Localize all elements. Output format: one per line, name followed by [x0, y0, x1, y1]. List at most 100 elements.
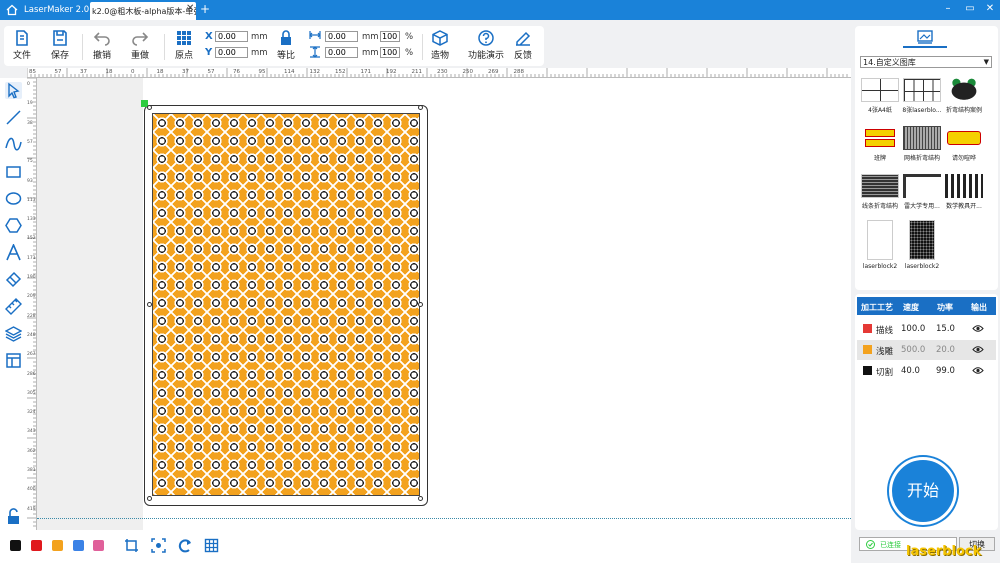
library-item[interactable]: 数学教具开... — [944, 174, 984, 210]
ruler-h-label: 211 — [411, 69, 423, 75]
layer-power: 99.0 — [936, 366, 955, 376]
ruler-v-label: 248 — [27, 332, 36, 338]
redo-button[interactable]: 重做 — [124, 30, 156, 61]
ruler-v-label: 152 — [27, 236, 36, 242]
library-item[interactable]: 折弯结构案例 — [944, 78, 984, 114]
library-item[interactable]: 8张laserblo... — [902, 78, 942, 114]
bending-pattern[interactable] — [152, 113, 420, 496]
ruler-h-label: 114 — [284, 69, 295, 75]
selection-handle[interactable] — [418, 105, 423, 110]
selection-handle[interactable] — [418, 496, 423, 501]
home-icon[interactable] — [6, 4, 18, 16]
ruler-h-label: 85 — [29, 69, 36, 75]
library-item[interactable]: 班牌 — [860, 126, 900, 162]
height-input[interactable] — [325, 47, 358, 58]
text-tool-icon[interactable] — [5, 244, 22, 261]
library-thumbnail — [903, 174, 941, 198]
origin-button[interactable]: 原点 — [168, 30, 200, 61]
width-percent-input[interactable] — [380, 31, 400, 42]
ratio-lock-button[interactable]: 等比 — [270, 30, 302, 61]
rotate-icon[interactable] — [178, 538, 193, 553]
library-thumbnail — [903, 126, 941, 150]
library-category-select[interactable]: 14.自定义图库 ▼ — [860, 56, 992, 68]
eye-icon[interactable] — [972, 345, 984, 354]
eraser-tool-icon[interactable] — [5, 271, 22, 288]
minimize-button[interactable]: – — [941, 3, 955, 14]
selection-handle[interactable] — [147, 302, 152, 307]
grid-icon[interactable] — [204, 538, 219, 553]
library-item[interactable]: 4张A4纸 — [860, 78, 900, 114]
height-unit: mm — [362, 48, 379, 58]
color-swatch-pink[interactable] — [93, 540, 104, 551]
file-button[interactable]: 文件 — [6, 30, 38, 61]
title-bar: LaserMaker 2.0.8 k2.0@粗木板-alpha版本-单张 ✕ +… — [0, 0, 1000, 20]
select-pointer-icon[interactable] — [5, 82, 22, 99]
feedback-button[interactable]: 反馈 — [507, 30, 539, 61]
image-library-icon[interactable] — [917, 30, 933, 44]
design-canvas[interactable] — [37, 78, 851, 530]
unlock-icon[interactable] — [5, 508, 22, 525]
ruler-h-label: 0 — [131, 69, 135, 75]
lock-icon — [281, 30, 291, 45]
layer-row[interactable]: 浅雕 500.0 20.0 — [857, 340, 996, 360]
height-percent-input[interactable] — [380, 47, 400, 58]
new-tab-button[interactable]: + — [200, 2, 210, 16]
selection-handle[interactable] — [147, 105, 152, 110]
polygon-tool-icon[interactable] — [5, 217, 22, 234]
layer-row[interactable]: 描线 100.0 15.0 — [857, 319, 996, 339]
tab-close-icon[interactable]: ✕ — [186, 3, 194, 14]
eye-icon[interactable] — [972, 366, 984, 375]
y-input[interactable] — [215, 47, 248, 58]
layer-row[interactable]: 切割 40.0 99.0 — [857, 361, 996, 381]
header-output: 输出 — [971, 303, 987, 312]
library-item[interactable]: laserblock2 — [860, 220, 900, 270]
library-thumbnail — [861, 78, 899, 102]
save-button[interactable]: 保存 — [44, 30, 76, 61]
curve-tool-icon[interactable] — [5, 136, 22, 153]
ruler-v-label: 343 — [27, 429, 36, 435]
scan-icon[interactable] — [151, 538, 166, 553]
library-item[interactable]: 网格折弯结构 — [902, 126, 942, 162]
y-unit: mm — [251, 48, 268, 58]
library-caption: laserblock2 — [862, 263, 898, 270]
x-input[interactable] — [215, 31, 248, 42]
color-swatch-blue[interactable] — [73, 540, 84, 551]
close-button[interactable]: ✕ — [983, 3, 997, 14]
crop-icon[interactable] — [124, 538, 139, 553]
color-swatch-black[interactable] — [10, 540, 21, 551]
library-item[interactable]: laserblock2 — [902, 220, 942, 270]
library-item[interactable]: 雷大学专用... — [902, 174, 942, 210]
color-swatch-orange[interactable] — [52, 540, 63, 551]
ruler-h-label: 250 — [462, 69, 474, 75]
start-button[interactable]: 开始 — [889, 457, 957, 525]
ruler-v-label: 400 — [27, 487, 36, 493]
line-tool-icon[interactable] — [5, 109, 22, 126]
eye-icon[interactable] — [972, 324, 984, 333]
layers-tool-icon[interactable] — [5, 325, 22, 342]
selection-handle[interactable] — [418, 302, 423, 307]
demo-button[interactable]: 功能演示 — [464, 30, 508, 61]
width-input[interactable] — [325, 31, 358, 42]
ruler-h-label: 37 — [182, 69, 189, 75]
undo-button[interactable]: 撤销 — [86, 30, 118, 61]
build-button[interactable]: 造物 — [424, 30, 456, 61]
workspace-margin — [37, 78, 143, 530]
library-item[interactable]: 请勿喧哗 — [944, 126, 984, 162]
rectangle-tool-icon[interactable] — [5, 163, 22, 180]
ellipse-tool-icon[interactable] — [5, 190, 22, 207]
document-tab[interactable]: k2.0@粗木板-alpha版本-单张 — [90, 2, 196, 20]
color-swatch-red[interactable] — [31, 540, 42, 551]
measure-tool-icon[interactable] — [5, 298, 22, 315]
library-caption: 线条折弯结构 — [861, 203, 898, 210]
maximize-button[interactable]: ▭ — [963, 3, 977, 14]
header-speed: 速度 — [903, 303, 919, 312]
vertical-ruler: 0 19 38 57 75 93 113 133 152 171 190 209 228 248 267 28… — [27, 78, 37, 530]
layout-tool-icon[interactable] — [5, 352, 22, 369]
library-caption: 请勿喧哗 — [951, 155, 976, 162]
connection-label: 已连接 — [880, 541, 901, 549]
y-label: Y — [205, 47, 213, 58]
selection-handle[interactable] — [147, 496, 152, 501]
ruler-v-label: 228 — [27, 313, 36, 319]
library-item[interactable]: 线条折弯结构 — [860, 174, 900, 210]
ruler-h-label: 230 — [437, 69, 448, 75]
